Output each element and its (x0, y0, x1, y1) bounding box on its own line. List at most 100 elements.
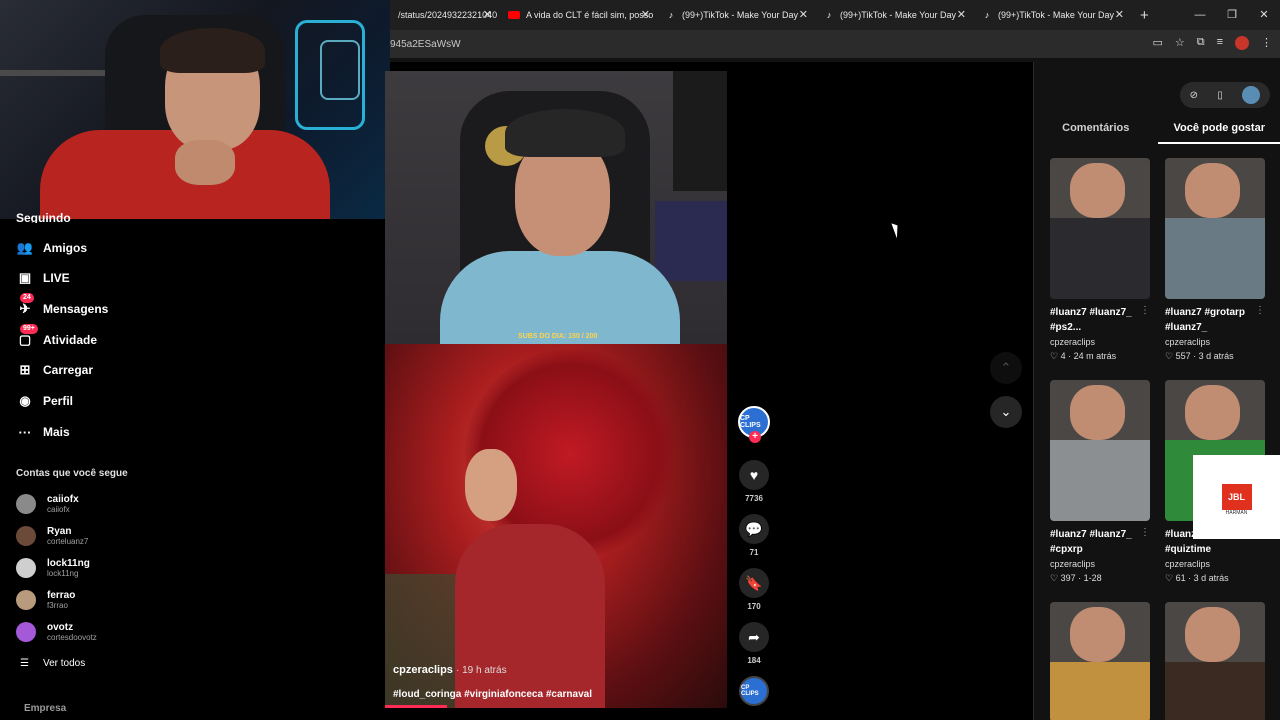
action-bar: CP CLIPS + ♥ 7736 💬 71 🔖 170 ➦ 184 CP CL… (737, 406, 771, 706)
card-caption: #luanz7 #luanz7_ #ps2... (1050, 307, 1132, 333)
tab-you-may-like[interactable]: Você pode gostar (1157, 120, 1280, 144)
extensions-icon[interactable]: ⧉ (1197, 36, 1205, 50)
browser-tab-strip: /status/20249322321040 ✕ A vida do CLT é… (390, 0, 1280, 30)
chevron-up-icon: ⌃ (1000, 360, 1012, 375)
avatar (16, 622, 36, 642)
video-hashtags[interactable]: #loud_coringa #virginiafonceca #carnaval (393, 689, 713, 700)
video-thumbnail[interactable] (1165, 158, 1265, 299)
activity-icon: ▢ 99+ (16, 324, 38, 349)
friends-icon: 👥 (16, 240, 34, 255)
browser-tab[interactable]: /status/20249322321040 ✕ (390, 0, 500, 30)
media-icon[interactable]: ≡ (1217, 36, 1223, 50)
sidebar-item-messages[interactable]: ✈ 24 Mensagens (16, 293, 108, 319)
phone-icon[interactable]: ▯ (1217, 90, 1223, 101)
video-author[interactable]: cpzeraclips · 19 h atrás (393, 664, 713, 676)
video-card[interactable]: #luanz7 #luanz7_ #cpxrp ⋮ cpzeraclips ♡ … (1050, 380, 1150, 585)
menu-icon[interactable]: ⋮ (1261, 36, 1272, 50)
card-meta: ♡ 397 · 1-28 (1050, 573, 1102, 583)
streamer-hair (160, 28, 265, 73)
previous-video-button[interactable]: ⌃ (990, 352, 1022, 384)
advertisement-overlay[interactable]: JBL HARMAN (1193, 455, 1280, 539)
video-progress-bar[interactable] (385, 705, 447, 708)
more-options-icon[interactable]: ⋮ (1140, 305, 1150, 316)
comment-button[interactable]: 💬 (739, 514, 769, 544)
tab-title: (99+)TikTok - Make Your Day (682, 10, 798, 20)
video-thumbnail[interactable] (1050, 602, 1150, 720)
browser-tab[interactable]: ♪ (99+)TikTok - Make Your Day ✕ (658, 0, 816, 30)
account-handle: caiiofx (47, 504, 70, 514)
account-name: lock11ng (47, 557, 90, 569)
browser-tab[interactable]: ♪ (99+)TikTok - Make Your Day ✕ (974, 0, 1132, 30)
close-icon[interactable]: ✕ (641, 9, 650, 21)
more-options-icon[interactable]: ⋮ (1140, 527, 1150, 538)
music-disc[interactable]: CP CLIPS (739, 676, 769, 706)
video-top-scene: SUBS DO DIA: 150 / 200 (385, 71, 727, 351)
sidebar-item-upload[interactable]: ⊞ Carregar (16, 360, 93, 380)
creator-avatar[interactable]: CP CLIPS + (738, 406, 770, 443)
sidebar-item-live[interactable]: ▣ LIVE (16, 268, 70, 288)
sidebar-item-more[interactable]: ··· Mais (16, 422, 70, 442)
heart-outline-icon: ♡ (1050, 573, 1061, 583)
heart-outline-icon: ♡ (1165, 351, 1176, 361)
close-window-button[interactable]: ✕ (1248, 0, 1280, 30)
browser-tab[interactable]: ♪ (99+)TikTok - Make Your Day ✕ (816, 0, 974, 30)
card-caption: #luanz7 #luanz7_ #cpxrp (1050, 529, 1132, 555)
like-button[interactable]: ♥ (739, 460, 769, 490)
heart-icon: ♥ (749, 467, 759, 483)
sidebar-item-following[interactable]: Seguindo (16, 211, 71, 223)
footer-link-company[interactable]: Empresa (24, 703, 66, 714)
video-card[interactable]: #luanz7 #grotarp #luanz7_ ⋮ cpzeraclips … (1165, 158, 1265, 363)
video-thumbnail[interactable] (1050, 380, 1150, 521)
address-bar[interactable]: 945a2ESaWsW ▭ ☆ ⧉ ≡ ⋮ (390, 30, 1280, 58)
video-thumbnail[interactable] (1165, 602, 1265, 720)
following-account[interactable]: Ryan corteluanz7 (16, 522, 88, 550)
maximize-button[interactable]: ❐ (1216, 0, 1248, 30)
next-video-button[interactable]: ⌄ (990, 396, 1022, 428)
video-card[interactable] (1050, 602, 1150, 720)
card-meta: ♡ 61 · 3 d atrás (1165, 573, 1229, 583)
following-account[interactable]: ferrao f3rrao (16, 586, 75, 614)
avatar (16, 526, 36, 546)
video-thumbnail[interactable] (1050, 158, 1150, 299)
tab-title: (99+)TikTok - Make Your Day (840, 10, 956, 20)
tab-comments[interactable]: Comentários (1034, 120, 1158, 144)
shelf (0, 70, 120, 76)
author-name[interactable]: cpzeraclips (393, 664, 453, 676)
video-player[interactable]: SUBS DO DIA: 150 / 200 cpzeraclips · 19 … (385, 71, 727, 708)
profile-avatar[interactable] (1235, 36, 1249, 50)
comment-count: 71 (749, 548, 759, 557)
upload-icon: ⊞ (19, 362, 31, 377)
new-tab-button[interactable]: + (1140, 7, 1149, 24)
following-account[interactable]: lock11ng lock11ng (16, 554, 90, 582)
following-account[interactable]: caiiofx caiiofx (16, 490, 79, 518)
avatar (16, 558, 36, 578)
close-icon[interactable]: ✕ (799, 9, 808, 21)
card-author: cpzeraclips (1165, 337, 1211, 347)
user-avatar[interactable] (1242, 86, 1261, 104)
video-card[interactable] (1165, 602, 1265, 720)
following-account[interactable]: ovotz cortesdoovotz (16, 618, 97, 646)
sidebar-item-profile[interactable]: ◉ Perfil (16, 391, 73, 411)
minimize-button[interactable]: — (1184, 0, 1216, 30)
star-icon[interactable]: ☆ (1175, 36, 1185, 50)
face (465, 449, 517, 521)
see-all-link[interactable]: ☰ Ver todos (20, 658, 85, 669)
sidebar-item-activity[interactable]: ▢ 99+ Atividade (16, 324, 97, 350)
browser-tab[interactable]: A vida do CLT é fácil sim, posso ✕ (500, 0, 658, 30)
card-author: cpzeraclips (1050, 337, 1096, 347)
account-handle: corteluanz7 (47, 536, 89, 546)
notification-badge: 24 (20, 293, 34, 303)
follow-button[interactable]: + (749, 431, 761, 443)
close-icon[interactable]: ✕ (957, 9, 966, 21)
close-icon[interactable]: ✕ (1115, 9, 1124, 21)
share-button[interactable]: ➦ (739, 622, 769, 652)
compass-icon[interactable]: ⊘ (1190, 90, 1198, 101)
url-text[interactable]: 945a2ESaWsW (390, 39, 461, 50)
save-button[interactable]: 🔖 (739, 568, 769, 598)
more-options-icon[interactable]: ⋮ (1255, 305, 1265, 316)
close-icon[interactable]: ✕ (483, 9, 492, 21)
video-card[interactable]: #luanz7 #luanz7_ #ps2... ⋮ cpzeraclips ♡… (1050, 158, 1150, 363)
sidebar-item-friends[interactable]: 👥 Amigos (16, 238, 87, 258)
cast-icon[interactable]: ▭ (1152, 36, 1162, 50)
share-count: 184 (747, 656, 761, 665)
